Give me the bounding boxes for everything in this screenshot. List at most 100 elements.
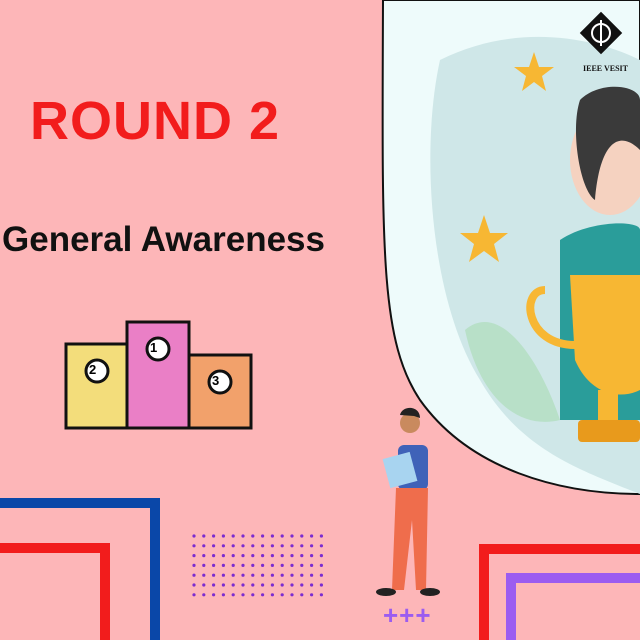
dot — [310, 583, 314, 587]
dot — [290, 563, 294, 568]
dot — [251, 593, 255, 597]
dot — [319, 563, 323, 568]
dot — [280, 554, 284, 558]
dot — [280, 563, 284, 568]
dot — [212, 544, 216, 548]
dot — [290, 544, 294, 548]
dot — [300, 593, 304, 597]
dot — [241, 554, 245, 558]
dot — [300, 554, 304, 558]
dot — [202, 583, 206, 587]
dot — [221, 573, 225, 577]
blue-frame — [0, 498, 160, 640]
dot — [319, 544, 323, 548]
dot — [202, 554, 206, 558]
dot — [241, 534, 245, 538]
dot — [270, 583, 274, 587]
podium-number-3: 3 — [212, 373, 220, 388]
dot — [212, 534, 216, 538]
standing-woman-illustration — [376, 407, 440, 596]
dot — [290, 593, 294, 597]
dot — [319, 554, 323, 558]
dot — [231, 563, 235, 568]
dot — [280, 534, 284, 538]
dot — [270, 593, 274, 597]
dot — [251, 563, 255, 568]
dot — [261, 534, 265, 538]
dot — [310, 563, 314, 568]
dot — [251, 573, 255, 577]
dot — [300, 563, 304, 568]
dot — [241, 573, 245, 577]
dot — [202, 593, 206, 597]
dot — [270, 573, 274, 577]
dot — [261, 554, 265, 558]
dot — [241, 583, 245, 587]
dot — [192, 554, 196, 558]
dot — [231, 593, 235, 597]
dot — [212, 573, 216, 577]
dot — [270, 563, 274, 568]
dot — [241, 544, 245, 548]
dot — [270, 544, 274, 548]
dot — [261, 563, 265, 568]
dot — [290, 583, 294, 587]
dot — [261, 583, 265, 587]
dot — [192, 563, 196, 568]
dot — [231, 583, 235, 587]
dot — [212, 563, 216, 568]
dot — [310, 534, 314, 538]
dot — [221, 534, 225, 538]
dot — [221, 554, 225, 558]
dot — [202, 534, 206, 538]
dot — [300, 544, 304, 548]
dot — [231, 554, 235, 558]
dot — [221, 544, 225, 548]
dot — [231, 544, 235, 548]
dot — [212, 583, 216, 587]
dot — [319, 534, 323, 538]
dot — [310, 593, 314, 597]
dot — [319, 573, 323, 577]
dot — [261, 544, 265, 548]
dot — [231, 534, 235, 538]
dot — [280, 573, 284, 577]
plus-marks: +++ — [383, 600, 432, 630]
dot — [192, 593, 196, 597]
dot — [300, 534, 304, 538]
logo-text: IEEE VESIT — [583, 64, 628, 73]
dot — [192, 534, 196, 538]
dot — [212, 593, 216, 597]
dot — [221, 583, 225, 587]
dot — [319, 593, 323, 597]
dot — [202, 563, 206, 568]
dot — [290, 573, 294, 577]
dot — [280, 593, 284, 597]
dot — [300, 583, 304, 587]
red-frame-left — [0, 543, 110, 640]
dot — [251, 554, 255, 558]
purple-frame — [506, 573, 640, 640]
dot — [290, 534, 294, 538]
dot — [280, 544, 284, 548]
dot — [319, 583, 323, 587]
dot — [300, 573, 304, 577]
dot — [192, 583, 196, 587]
dot — [241, 593, 245, 597]
podium-number-2: 2 — [89, 362, 97, 377]
dot — [310, 544, 314, 548]
dot — [221, 563, 225, 568]
dot — [192, 544, 196, 548]
dot — [251, 534, 255, 538]
dot — [310, 554, 314, 558]
dot — [261, 593, 265, 597]
dot — [270, 534, 274, 538]
dot — [241, 563, 245, 568]
dot — [202, 544, 206, 548]
dot — [251, 583, 255, 587]
dot — [280, 583, 284, 587]
dot — [212, 554, 216, 558]
dot — [202, 573, 206, 577]
podium-number-1: 1 — [150, 340, 158, 355]
round-subtitle: General Awareness — [2, 220, 325, 259]
